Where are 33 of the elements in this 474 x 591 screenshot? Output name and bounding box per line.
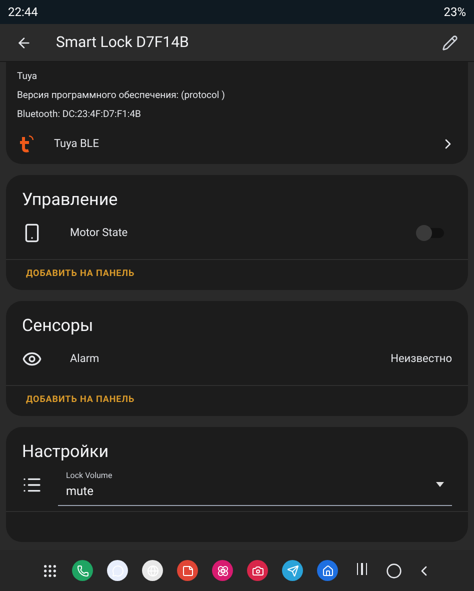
device-info-text: Tuya xyxy=(17,71,38,83)
notes-app-icon[interactable] xyxy=(177,560,198,581)
status-time: 22:44 xyxy=(8,4,38,21)
logo-icon xyxy=(18,135,34,153)
phone-app-icon[interactable] xyxy=(72,560,93,581)
flower-app-icon[interactable] xyxy=(212,560,233,581)
toggle-switch[interactable] xyxy=(418,228,444,238)
card-title: Сенсоры xyxy=(21,315,94,338)
add-to-dashboard-button[interactable]: ДОБАВИТЬ НА ПАНЕЛЬ xyxy=(26,268,135,282)
status-battery: 23% xyxy=(444,4,466,21)
entity-state: Неизвестно xyxy=(390,350,452,367)
entity-label: Motor State xyxy=(70,224,129,241)
field-value: mute xyxy=(66,482,94,500)
card-title: Настройки xyxy=(21,441,110,464)
device-info-text: Версия программного обеспечения: (protocol ) xyxy=(17,90,226,102)
add-to-dashboard-button[interactable]: ДОБАВИТЬ НА ПАНЕЛЬ xyxy=(26,394,135,408)
home-app-icon[interactable] xyxy=(317,560,338,581)
integration-link[interactable]: Tuya BLE xyxy=(6,124,468,164)
field-label: Lock Volume xyxy=(66,470,114,482)
dropdown-icon xyxy=(436,482,444,487)
page-title: Smart Lock D7F14B xyxy=(56,32,190,54)
edit-button[interactable] xyxy=(442,34,458,50)
select-field[interactable]: Lock Volume mute xyxy=(58,464,452,506)
app-grid-icon[interactable] xyxy=(42,562,58,578)
device-info-text: Bluetooth: DC:23:4F:D7:F1:4B xyxy=(17,109,142,121)
browser-app-icon[interactable] xyxy=(142,560,163,581)
back-button[interactable] xyxy=(16,34,32,50)
camera-app-icon[interactable] xyxy=(247,560,268,581)
home-nav-icon[interactable] xyxy=(386,562,402,578)
chat-app-icon[interactable] xyxy=(107,560,128,581)
entity-label: Alarm xyxy=(70,350,100,367)
card-title: Управление xyxy=(21,189,119,212)
telegram-app-icon[interactable] xyxy=(282,560,303,581)
